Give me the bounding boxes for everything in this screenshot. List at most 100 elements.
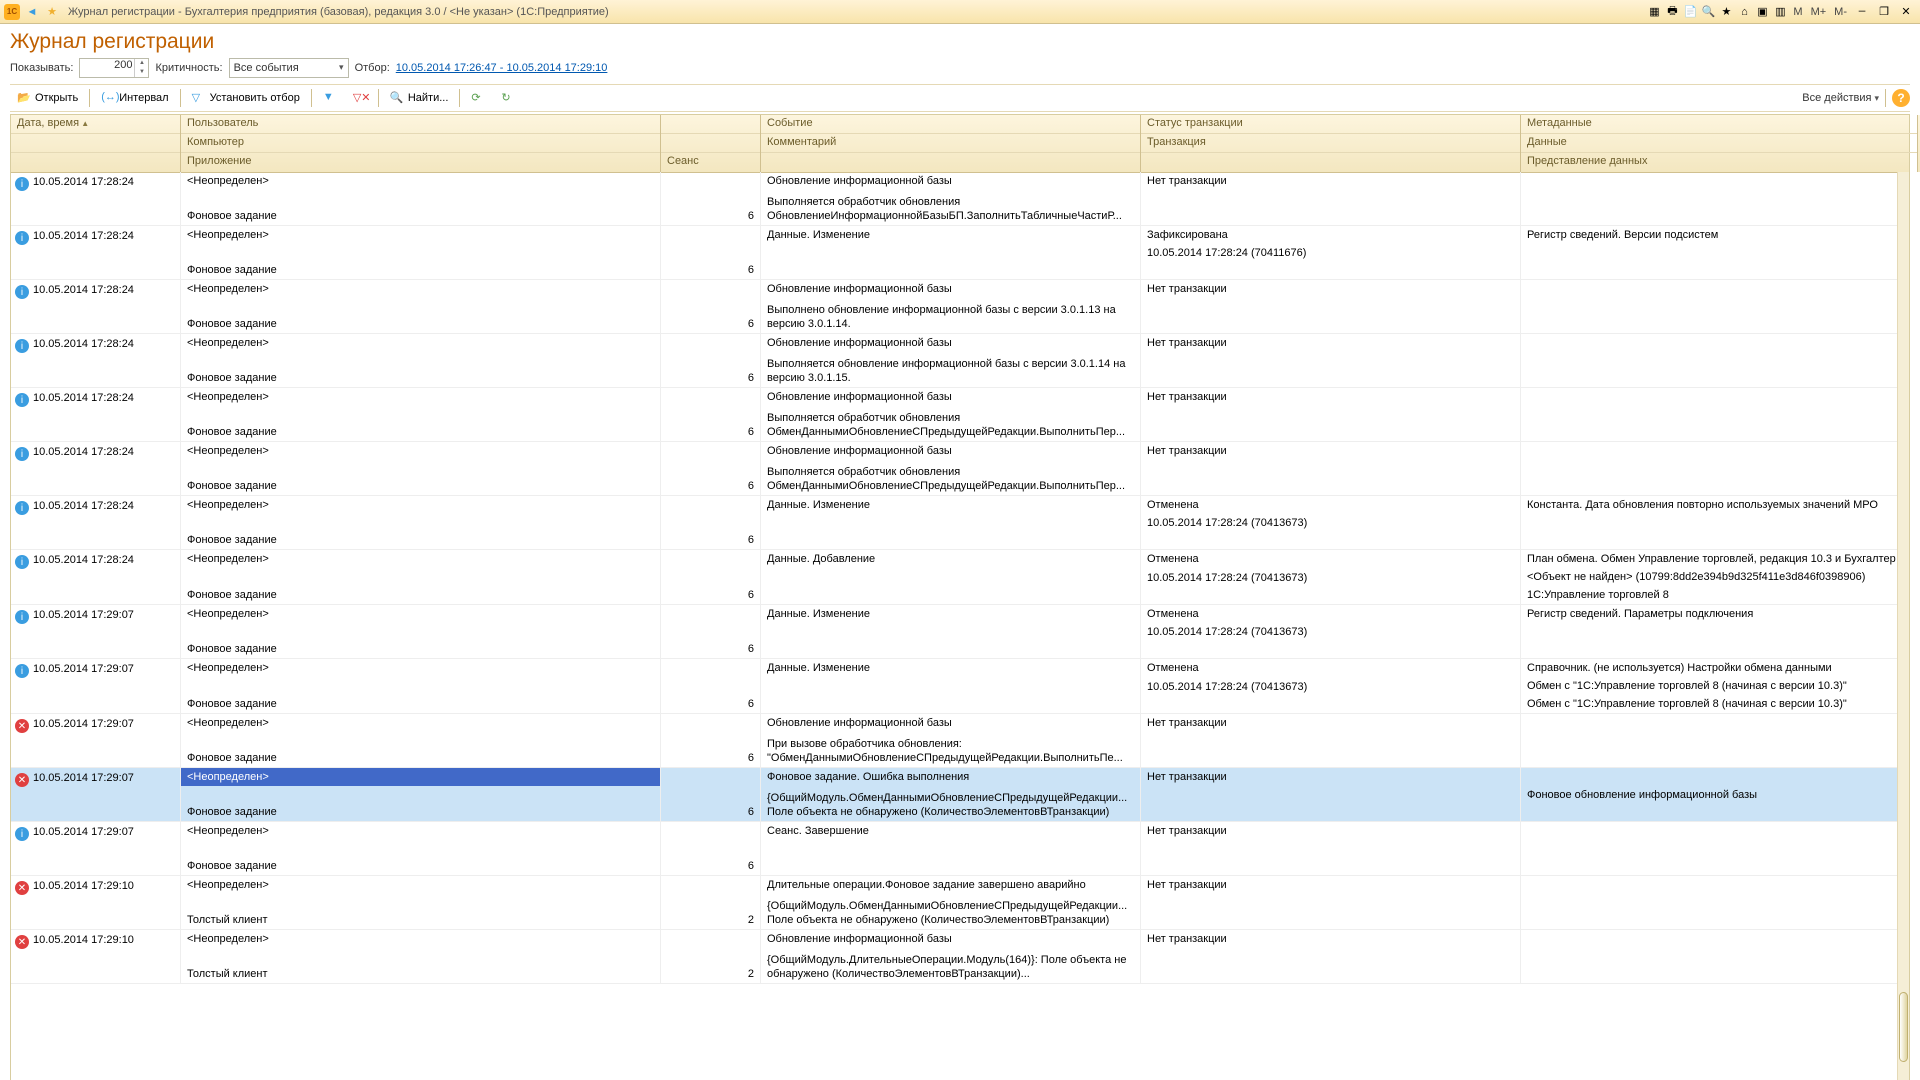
vertical-scrollbar[interactable] <box>1897 172 1909 1080</box>
row-comment: Выполняется обработчик обновления Обновл… <box>761 193 1140 225</box>
table-row[interactable]: ✕10.05.2014 17:29:07<Неопределен>Фоновое… <box>11 714 1909 768</box>
filter-current-button[interactable]: ▼ <box>316 87 344 109</box>
m-minus-button[interactable]: M- <box>1831 6 1850 18</box>
col-computer-label: Компьютер <box>181 134 660 153</box>
col-metadata[interactable]: МетаданныеДанныеПредставление данных <box>1521 115 1918 172</box>
row-data <box>1521 894 1909 911</box>
tb-icon-8[interactable]: ▥ <box>1772 4 1788 20</box>
table-row[interactable]: i10.05.2014 17:28:24<Неопределен>Фоновое… <box>11 334 1909 388</box>
minimize-button[interactable]: — <box>1852 4 1872 20</box>
row-computer <box>181 460 660 477</box>
m-button[interactable]: M <box>1790 6 1805 18</box>
all-actions-button[interactable]: Все действия <box>1802 92 1879 104</box>
row-seans: 6 <box>661 640 760 658</box>
nav-back-icon[interactable]: ◄ <box>24 4 40 20</box>
col-event[interactable]: СобытиеКомментарий <box>761 115 1141 172</box>
col-user[interactable]: ПользовательКомпьютерПриложение <box>181 115 661 172</box>
row-seans: 6 <box>661 531 760 549</box>
table-row[interactable]: i10.05.2014 17:29:07<Неопределен>Фоновое… <box>11 659 1909 714</box>
clear-filter-button[interactable]: ▽✕ <box>346 87 374 109</box>
col-transaction[interactable]: Статус транзакцииТранзакция <box>1141 115 1521 172</box>
col-datetime[interactable]: Дата, время <box>11 115 181 172</box>
tb-icon-7[interactable]: ▣ <box>1754 4 1770 20</box>
col-seans-label: Сеанс <box>661 153 760 172</box>
row-event: Данные. Изменение <box>761 226 1140 244</box>
tb-icon-2[interactable]: 🖶 <box>1664 4 1680 20</box>
favorite-icon[interactable]: ★ <box>44 4 60 20</box>
error-icon: ✕ <box>15 881 29 895</box>
table-row[interactable]: i10.05.2014 17:28:24<Неопределен>Фоновое… <box>11 550 1909 605</box>
criticality-label: Критичность: <box>155 62 222 74</box>
row-data <box>1521 732 1909 749</box>
tb-icon-3[interactable]: 📄 <box>1682 4 1698 20</box>
col-user-label: Пользователь <box>181 115 660 134</box>
row-event: Обновление информационной базы <box>761 930 1140 948</box>
row-comment <box>761 587 1140 604</box>
tb-icon-4[interactable]: 🔍 <box>1700 4 1716 20</box>
refresh-button[interactable]: ↻ <box>494 87 522 109</box>
table-row[interactable]: i10.05.2014 17:28:24<Неопределен>Фоновое… <box>11 496 1909 550</box>
help-icon[interactable]: ? <box>1892 89 1910 107</box>
row-meta: Регистр сведений. Параметры подключения <box>1521 605 1909 623</box>
row-repr <box>1521 966 1909 983</box>
scrollbar-thumb[interactable] <box>1899 992 1908 1062</box>
row-data <box>1521 298 1909 315</box>
row-user: <Неопределен> <box>181 442 660 460</box>
separator <box>180 89 181 107</box>
col-seans[interactable]: Сеанс <box>661 115 761 172</box>
m-plus-button[interactable]: M+ <box>1808 6 1830 18</box>
table-row[interactable]: i10.05.2014 17:29:07<Неопределен>Фоновое… <box>11 822 1909 876</box>
col-data-label: Данные <box>1521 134 1917 153</box>
row-app: Фоновое задание <box>181 803 660 821</box>
col-app-label: Приложение <box>181 153 660 172</box>
row-comment <box>761 641 1140 658</box>
row-datetime: 10.05.2014 17:29:10 <box>33 880 134 892</box>
interval-icon: (↔) <box>101 91 115 105</box>
row-datetime: 10.05.2014 17:29:07 <box>33 663 134 675</box>
row-trans-status: Отменена <box>1141 496 1520 514</box>
col-datetime-label: Дата, время <box>11 115 180 134</box>
tb-icon-5[interactable]: ★ <box>1718 4 1734 20</box>
interval-button[interactable]: (↔)Интервал <box>94 87 175 109</box>
show-count-input[interactable]: 200 ▲▼ <box>79 58 149 78</box>
set-filter-button[interactable]: ▽Установить отбор <box>185 87 307 109</box>
row-datetime: 10.05.2014 17:28:24 <box>33 554 134 566</box>
criticality-value: Все события <box>234 62 299 74</box>
maximize-button[interactable]: ❐ <box>1874 4 1894 20</box>
row-event: Данные. Изменение <box>761 496 1140 514</box>
tb-icon-6[interactable]: ⌂ <box>1736 4 1752 20</box>
table-row[interactable]: ✕10.05.2014 17:29:07<Неопределен>Фоновое… <box>11 768 1909 822</box>
row-meta: Регистр сведений. Версии подсистем <box>1521 226 1909 244</box>
row-trans-status: Нет транзакции <box>1141 822 1520 840</box>
info-icon: i <box>15 664 29 678</box>
row-datetime: 10.05.2014 17:28:24 <box>33 230 134 242</box>
table-row[interactable]: ✕10.05.2014 17:29:10<Неопределен>Толстый… <box>11 876 1909 930</box>
row-data <box>1521 245 1909 262</box>
row-trans <box>1141 461 1520 478</box>
tb-icon-1[interactable]: ▦ <box>1646 4 1662 20</box>
window-title: Журнал регистрации - Бухгалтерия предпри… <box>68 6 609 18</box>
table-row[interactable]: i10.05.2014 17:28:24<Неопределен>Фоновое… <box>11 172 1909 226</box>
show-count-spinner[interactable]: ▲▼ <box>134 59 148 77</box>
row-trans <box>1141 353 1520 370</box>
row-trans <box>1141 949 1520 966</box>
all-actions-label: Все действия <box>1802 92 1871 104</box>
table-row[interactable]: i10.05.2014 17:28:24<Неопределен>Фоновое… <box>11 280 1909 334</box>
row-event: Обновление информационной базы <box>761 334 1140 352</box>
table-row[interactable]: i10.05.2014 17:28:24<Неопределен>Фоновое… <box>11 226 1909 280</box>
otbor-link[interactable]: 10.05.2014 17:26:47 - 10.05.2014 17:29:1… <box>396 62 608 74</box>
table-row[interactable]: i10.05.2014 17:28:24<Неопределен>Фоновое… <box>11 388 1909 442</box>
table-row[interactable]: i10.05.2014 17:29:07<Неопределен>Фоновое… <box>11 605 1909 659</box>
criticality-combo[interactable]: Все события <box>229 58 349 78</box>
find-button[interactable]: 🔍Найти... <box>383 87 456 109</box>
close-button[interactable]: ✕ <box>1896 4 1916 20</box>
table-row[interactable]: ✕10.05.2014 17:29:10<Неопределен>Толстый… <box>11 930 1909 984</box>
grid-body[interactable]: i 10.05.2014 17:28:24 <Неопределен> Фоновое… <box>11 172 1909 1080</box>
refresh-list-button[interactable]: ⟳ <box>464 87 492 109</box>
table-row[interactable]: i10.05.2014 17:28:24<Неопределен>Фоновое… <box>11 442 1909 496</box>
find-icon: 🔍 <box>390 91 404 105</box>
row-user: <Неопределен> <box>181 876 660 894</box>
row-event: Сеанс. Завершение <box>761 822 1140 840</box>
open-button[interactable]: 📂Открыть <box>10 87 85 109</box>
row-datetime: 10.05.2014 17:28:24 <box>33 338 134 350</box>
